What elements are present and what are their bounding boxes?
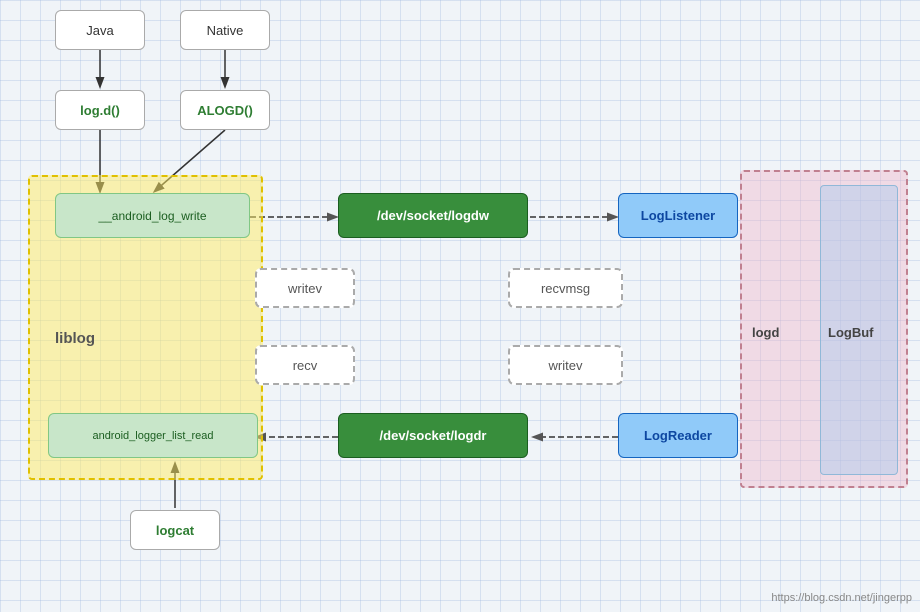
recv-node: recv (255, 345, 355, 385)
watermark: https://blog.csdn.net/jingerpp (771, 592, 912, 604)
logd-label: logd (752, 325, 779, 340)
logcat-node: logcat (130, 510, 220, 550)
logbuf-label: LogBuf (828, 325, 873, 340)
recvmsg-node: recvmsg (508, 268, 623, 308)
log-reader-node: LogReader (618, 413, 738, 458)
android-log-write-node: __android_log_write (55, 193, 250, 238)
dev-socket-logdw-node: /dev/socket/logdw (338, 193, 528, 238)
dev-socket-logdr-node: /dev/socket/logdr (338, 413, 528, 458)
liblog-label: liblog (55, 330, 95, 347)
diagram-container: liblog LogBuf logd Java Native log.d() A… (0, 0, 920, 612)
writev-right-node: writev (508, 345, 623, 385)
native-node: Native (180, 10, 270, 50)
android-logger-list-read-node: android_logger_list_read (48, 413, 258, 458)
writev-left-node: writev (255, 268, 355, 308)
log-listener-node: LogListener (618, 193, 738, 238)
java-node: Java (55, 10, 145, 50)
log-d-node: log.d() (55, 90, 145, 130)
alogd-node: ALOGD() (180, 90, 270, 130)
